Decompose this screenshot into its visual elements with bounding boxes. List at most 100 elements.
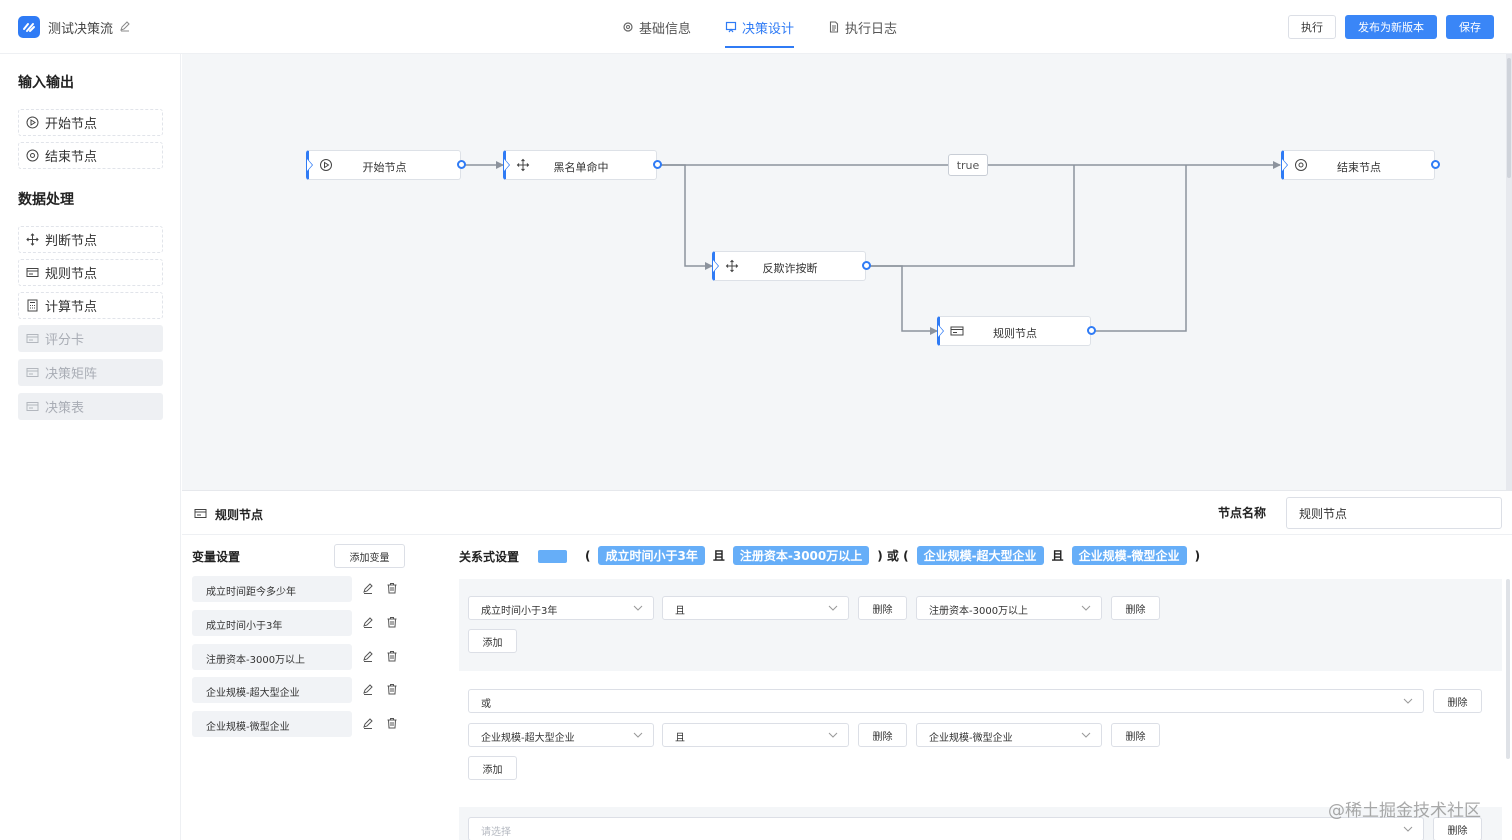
tab-decision-design[interactable]: 决策设计 [715, 0, 804, 54]
expr-operator: 且 [1051, 549, 1064, 563]
palette-item-calc[interactable]: 计算节点 [18, 292, 163, 319]
flow-canvas[interactable]: true 开始节点 黑名单命中 反欺诈按断 规则节点 结束节点 [182, 54, 1512, 490]
add-condition-button[interactable]: 添加 [468, 756, 517, 780]
move-icon [26, 233, 39, 246]
expr-tag: 企业规模-微型企业 [1071, 546, 1187, 565]
condition-operator-select[interactable]: 且 [662, 723, 849, 747]
group-joiner-select[interactable]: 请选择 [468, 817, 1424, 840]
tab-label: 执行日志 [845, 21, 898, 37]
tab-execution-log[interactable]: 执行日志 [818, 0, 907, 54]
card-icon [26, 368, 39, 377]
flow-node-blacklist[interactable]: 黑名单命中 [503, 150, 662, 180]
card-icon [194, 509, 207, 518]
edit-icon[interactable] [362, 717, 374, 729]
palette-item-label: 评分卡 [45, 333, 85, 348]
delete-icon[interactable] [386, 582, 398, 594]
delete-button[interactable]: 删除 [1433, 689, 1482, 713]
output-port[interactable] [457, 160, 466, 169]
edge-antifraud-rule [869, 265, 937, 332]
delete-icon[interactable] [386, 717, 398, 729]
select-value: 企业规模-超大型企业 [481, 733, 575, 744]
canvas-scrollbar[interactable] [1506, 54, 1512, 490]
edit-title-icon[interactable] [119, 20, 131, 35]
node-name-label: 节点名称 [1218, 506, 1267, 520]
node-label: 反欺诈按断 [762, 262, 818, 275]
save-button[interactable]: 保存 [1446, 15, 1494, 39]
variable-item: 成立时间距今多少年 [192, 576, 352, 602]
gear-icon [623, 22, 633, 32]
edit-icon[interactable] [362, 582, 374, 594]
expr-tag: 注册资本-3000万以上 [732, 546, 870, 565]
chevron-down-icon [1081, 605, 1091, 611]
play-circle-icon [26, 116, 39, 129]
palette-item-rule[interactable]: 规则节点 [18, 259, 163, 286]
top-header: 测试决策流 基础信息 决策设计 执行日志 执行 发布为新版本 保存 [0, 0, 1512, 54]
chevron-down-icon [1081, 732, 1091, 738]
chevron-down-icon [1403, 698, 1413, 704]
run-button[interactable]: 执行 [1288, 15, 1336, 39]
select-value: 或 [481, 699, 491, 710]
output-port[interactable] [1087, 326, 1096, 335]
scrollbar-thumb[interactable] [1507, 58, 1511, 178]
select-placeholder: 请选择 [481, 827, 511, 838]
output-port[interactable] [1431, 160, 1440, 169]
palette-item-judge[interactable]: 判断节点 [18, 226, 163, 253]
select-value: 且 [675, 733, 685, 744]
tab-basic-info[interactable]: 基础信息 [612, 0, 701, 54]
flow-node-start[interactable]: 开始节点 [306, 150, 466, 180]
card-icon [26, 402, 39, 411]
node-label: 规则节点 [993, 327, 1037, 340]
condition-left-select[interactable]: 企业规模-超大型企业 [468, 723, 654, 747]
node-name-input[interactable] [1286, 497, 1502, 529]
relation-color-chip[interactable] [538, 550, 567, 563]
edge-blacklist-antifraud [660, 164, 712, 267]
panel-scrollbar[interactable] [1506, 579, 1510, 759]
chevron-down-icon [828, 605, 838, 611]
condition-right-select[interactable]: 企业规模-微型企业 [916, 723, 1102, 747]
edge-label-true[interactable]: true [948, 154, 988, 176]
document-icon [829, 21, 839, 33]
palette-item-end[interactable]: 结束节点 [18, 142, 163, 169]
variable-item: 注册资本-3000万以上 [192, 644, 352, 670]
expr-paren: ( [585, 548, 591, 563]
select-value: 成立时间小于3年 [481, 606, 558, 617]
condition-left-select[interactable]: 成立时间小于3年 [468, 596, 654, 620]
condition-operator-select[interactable]: 且 [662, 596, 849, 620]
main-tabs: 基础信息 决策设计 执行日志 [612, 0, 921, 54]
relation-settings-title: 关系式设置 [459, 550, 520, 564]
tab-label: 基础信息 [639, 21, 692, 37]
delete-icon[interactable] [386, 683, 398, 695]
delete-icon[interactable] [386, 650, 398, 662]
node-label: 黑名单命中 [553, 161, 609, 174]
chevron-down-icon [633, 605, 643, 611]
palette-item-table: 决策表 [18, 393, 163, 420]
edit-icon[interactable] [362, 650, 374, 662]
flow-node-antifraud[interactable]: 反欺诈按断 [712, 251, 871, 281]
chevron-down-icon [828, 732, 838, 738]
delete-button[interactable]: 删除 [858, 596, 907, 620]
variable-item: 成立时间小于3年 [192, 610, 352, 636]
delete-button[interactable]: 删除 [1111, 596, 1160, 620]
add-variable-button[interactable]: 添加变量 [334, 544, 405, 568]
edit-icon[interactable] [362, 616, 374, 628]
palette-item-label: 判断节点 [45, 234, 98, 249]
condition-group-1: 成立时间小于3年 且 删除 注册资本-3000万以上 删除 添加 [459, 579, 1502, 671]
add-condition-button[interactable]: 添加 [468, 629, 517, 653]
calculator-icon [27, 299, 38, 312]
flow-node-end[interactable]: 结束节点 [1281, 150, 1440, 180]
delete-button[interactable]: 删除 [1111, 723, 1160, 747]
edge-antifraud-end [869, 165, 1075, 267]
delete-button[interactable]: 删除 [858, 723, 907, 747]
app-logo-icon [18, 16, 40, 38]
flow-node-rule[interactable]: 规则节点 [937, 316, 1096, 346]
output-port[interactable] [862, 261, 871, 270]
edit-icon[interactable] [362, 683, 374, 695]
condition-right-select[interactable]: 注册资本-3000万以上 [916, 596, 1102, 620]
delete-icon[interactable] [386, 616, 398, 628]
publish-button[interactable]: 发布为新版本 [1345, 15, 1437, 39]
group-joiner-select[interactable]: 或 [468, 689, 1424, 713]
watermark: @稀土掘金技术社区 [1328, 801, 1481, 821]
output-port[interactable] [653, 160, 662, 169]
node-label: 结束节点 [1337, 161, 1381, 174]
palette-item-start[interactable]: 开始节点 [18, 109, 163, 136]
